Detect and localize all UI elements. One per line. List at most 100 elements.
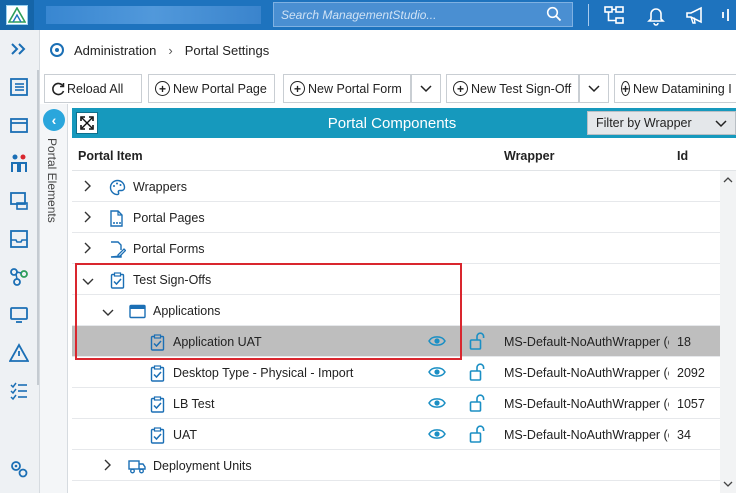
tree-row-deployment-units[interactable]: Deployment Units bbox=[72, 450, 720, 481]
eye-icon[interactable] bbox=[428, 334, 446, 351]
plus-icon: + bbox=[155, 81, 170, 96]
search-input[interactable]: Search ManagementStudio... bbox=[273, 2, 573, 27]
tree-row-portal-forms[interactable]: Portal Forms bbox=[72, 233, 720, 264]
reload-label: Reload All bbox=[67, 81, 124, 96]
chevron-down-icon[interactable] bbox=[102, 306, 114, 320]
search-placeholder: Search ManagementStudio... bbox=[281, 7, 437, 22]
sound-icon[interactable] bbox=[716, 3, 736, 27]
breadcrumb: Administration › Portal Settings bbox=[48, 36, 269, 64]
wrapper-cell: MS-Default-NoAuthWrapper (e bbox=[504, 397, 669, 411]
left-navigation bbox=[0, 30, 40, 493]
calendar-icon[interactable] bbox=[6, 112, 32, 138]
list-icon[interactable] bbox=[6, 74, 32, 100]
unlock-icon[interactable] bbox=[469, 363, 485, 384]
eye-icon[interactable] bbox=[428, 396, 446, 413]
tree-row-desktop-type[interactable]: Desktop Type - Physical - Import MS-Defa… bbox=[72, 357, 720, 388]
chevron-right-icon[interactable] bbox=[84, 180, 92, 195]
portal-elements-label: Portal Elements bbox=[45, 138, 59, 223]
new-portal-form-dropdown[interactable] bbox=[411, 74, 441, 103]
chevron-down-icon bbox=[715, 116, 727, 133]
scroll-down-icon[interactable] bbox=[723, 477, 733, 491]
id-cell: 2092 bbox=[677, 366, 705, 380]
megaphone-icon[interactable] bbox=[682, 3, 710, 27]
tree-row-application-uat[interactable]: Application UAT MS-Default-NoAuthWrapper… bbox=[72, 326, 720, 357]
chevron-right-icon[interactable] bbox=[84, 211, 92, 226]
tree-row-portal-pages[interactable]: Portal Pages bbox=[72, 202, 720, 233]
tree-label-portal-pages: Portal Pages bbox=[133, 211, 205, 225]
unlock-icon[interactable] bbox=[469, 425, 485, 446]
column-portal-item[interactable]: Portal Item bbox=[78, 149, 143, 163]
column-id[interactable]: Id bbox=[677, 149, 688, 163]
palette-icon bbox=[108, 178, 126, 196]
collapse-panel-button[interactable]: ‹ bbox=[43, 109, 65, 131]
warning-icon[interactable] bbox=[6, 340, 32, 366]
tree-label-deployment-units: Deployment Units bbox=[153, 459, 252, 473]
wrapper-cell: MS-Default-NoAuthWrapper (e bbox=[504, 335, 669, 349]
clipboard-check-icon bbox=[148, 364, 166, 382]
chevron-down-icon bbox=[588, 84, 600, 93]
logo-icon bbox=[6, 5, 28, 25]
new-portal-form-label: New Portal Form bbox=[308, 81, 402, 96]
nav-scrollbar[interactable] bbox=[37, 70, 39, 385]
new-portal-form-button[interactable]: + New Portal Form bbox=[283, 74, 411, 103]
form-edit-icon bbox=[108, 240, 126, 258]
search-icon[interactable] bbox=[546, 6, 562, 25]
clipboard-check-icon bbox=[148, 395, 166, 413]
id-cell: 1057 bbox=[677, 397, 705, 411]
reload-all-button[interactable]: Reload All bbox=[44, 74, 142, 103]
column-headers: Portal Item Wrapper Id bbox=[72, 140, 736, 171]
filter-label: Filter by Wrapper bbox=[596, 116, 692, 130]
desktop-icon[interactable] bbox=[6, 188, 32, 214]
toolbar-divider bbox=[588, 4, 589, 26]
tree-scrollbar[interactable] bbox=[720, 171, 736, 493]
breadcrumb-administration[interactable]: Administration bbox=[74, 43, 156, 58]
expand-nav-icon[interactable] bbox=[6, 36, 32, 62]
id-cell: 34 bbox=[677, 428, 691, 442]
network-icon[interactable] bbox=[6, 264, 32, 290]
tree-label-portal-forms: Portal Forms bbox=[133, 242, 205, 256]
column-wrapper[interactable]: Wrapper bbox=[504, 149, 554, 163]
id-cell: 18 bbox=[677, 335, 691, 349]
settings-gear-icon[interactable] bbox=[6, 456, 32, 482]
device-icon[interactable] bbox=[6, 302, 32, 328]
filter-by-wrapper-select[interactable]: Filter by Wrapper bbox=[587, 111, 736, 135]
people-icon[interactable] bbox=[6, 150, 32, 176]
tree-label-wrappers: Wrappers bbox=[133, 180, 187, 194]
chevron-right-icon[interactable] bbox=[84, 242, 92, 257]
panel-title: Portal Components bbox=[327, 114, 457, 132]
bell-icon[interactable] bbox=[642, 3, 670, 27]
eye-icon[interactable] bbox=[428, 427, 446, 444]
tree-label-item: Application UAT bbox=[173, 335, 262, 349]
inbox-icon[interactable] bbox=[6, 226, 32, 252]
expand-icon[interactable] bbox=[76, 112, 98, 134]
org-chart-icon[interactable] bbox=[600, 3, 628, 27]
chevron-down-icon[interactable] bbox=[82, 275, 94, 289]
top-bar: Search ManagementStudio... bbox=[0, 0, 736, 30]
eye-icon[interactable] bbox=[428, 365, 446, 382]
tree-row-test-signoffs[interactable]: Test Sign-Offs bbox=[72, 264, 720, 295]
tree-label-item: Desktop Type - Physical - Import bbox=[173, 366, 354, 380]
portal-elements-tab[interactable]: ‹ Portal Elements bbox=[40, 104, 68, 493]
checklist-icon[interactable] bbox=[6, 378, 32, 404]
tree-label-test-signoffs: Test Sign-Offs bbox=[133, 273, 212, 287]
tree-row-applications[interactable]: Applications bbox=[72, 295, 720, 326]
clipboard-check-icon bbox=[148, 333, 166, 351]
document-icon bbox=[108, 209, 126, 227]
wrapper-cell: MS-Default-NoAuthWrapper (e bbox=[504, 428, 669, 442]
app-logo[interactable] bbox=[0, 0, 34, 30]
chevron-right-icon[interactable] bbox=[104, 459, 112, 474]
new-test-signoff-dropdown[interactable] bbox=[579, 74, 609, 103]
plus-icon: + bbox=[453, 81, 468, 96]
tree-row-uat[interactable]: UAT MS-Default-NoAuthWrapper (e 34 bbox=[72, 419, 720, 450]
unlock-icon[interactable] bbox=[469, 332, 485, 353]
tree-row-lb-test[interactable]: LB Test MS-Default-NoAuthWrapper (e 1057 bbox=[72, 388, 720, 419]
new-test-signoff-button[interactable]: + New Test Sign-Off bbox=[446, 74, 579, 103]
unlock-icon[interactable] bbox=[469, 394, 485, 415]
new-datamining-button[interactable]: + New Datamining I bbox=[614, 74, 736, 103]
scroll-up-icon[interactable] bbox=[723, 173, 733, 187]
blurred-account-name bbox=[46, 6, 261, 24]
tree-row-wrappers[interactable]: Wrappers bbox=[72, 171, 720, 202]
reload-icon bbox=[51, 82, 65, 96]
clipboard-check-icon bbox=[148, 426, 166, 444]
new-portal-page-button[interactable]: + New Portal Page bbox=[148, 74, 275, 103]
